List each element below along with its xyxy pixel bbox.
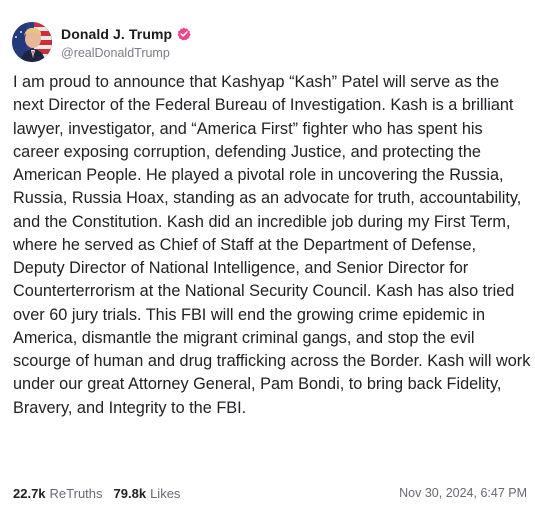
- display-name[interactable]: Donald J. Trump: [61, 26, 172, 42]
- post-timestamp[interactable]: Nov 30, 2024, 6:47 PM: [399, 486, 527, 500]
- truth-post: Donald J. Trump @realDonaldTrump I am pr…: [0, 0, 535, 510]
- likes-stat[interactable]: 79.8k Likes: [114, 486, 181, 501]
- post-header: Donald J. Trump @realDonaldTrump: [12, 22, 191, 62]
- post-footer: 22.7k ReTruths 79.8k Likes Nov 30, 2024,…: [13, 484, 527, 502]
- retruths-stat[interactable]: 22.7k ReTruths: [13, 486, 103, 501]
- post-body-text: I am proud to announce that Kashyap “Kas…: [13, 73, 531, 417]
- author-names: Donald J. Trump @realDonaldTrump: [61, 25, 191, 60]
- verified-badge-icon: [177, 27, 191, 41]
- retruths-label: ReTruths: [49, 485, 103, 501]
- likes-label: Likes: [150, 485, 181, 501]
- avatar[interactable]: [12, 22, 52, 62]
- author-handle[interactable]: @realDonaldTrump: [61, 46, 191, 60]
- likes-count: 79.8k: [113, 485, 147, 501]
- avatar-image: [12, 22, 52, 62]
- retruths-count: 22.7k: [13, 485, 46, 501]
- display-name-row: Donald J. Trump: [61, 25, 191, 43]
